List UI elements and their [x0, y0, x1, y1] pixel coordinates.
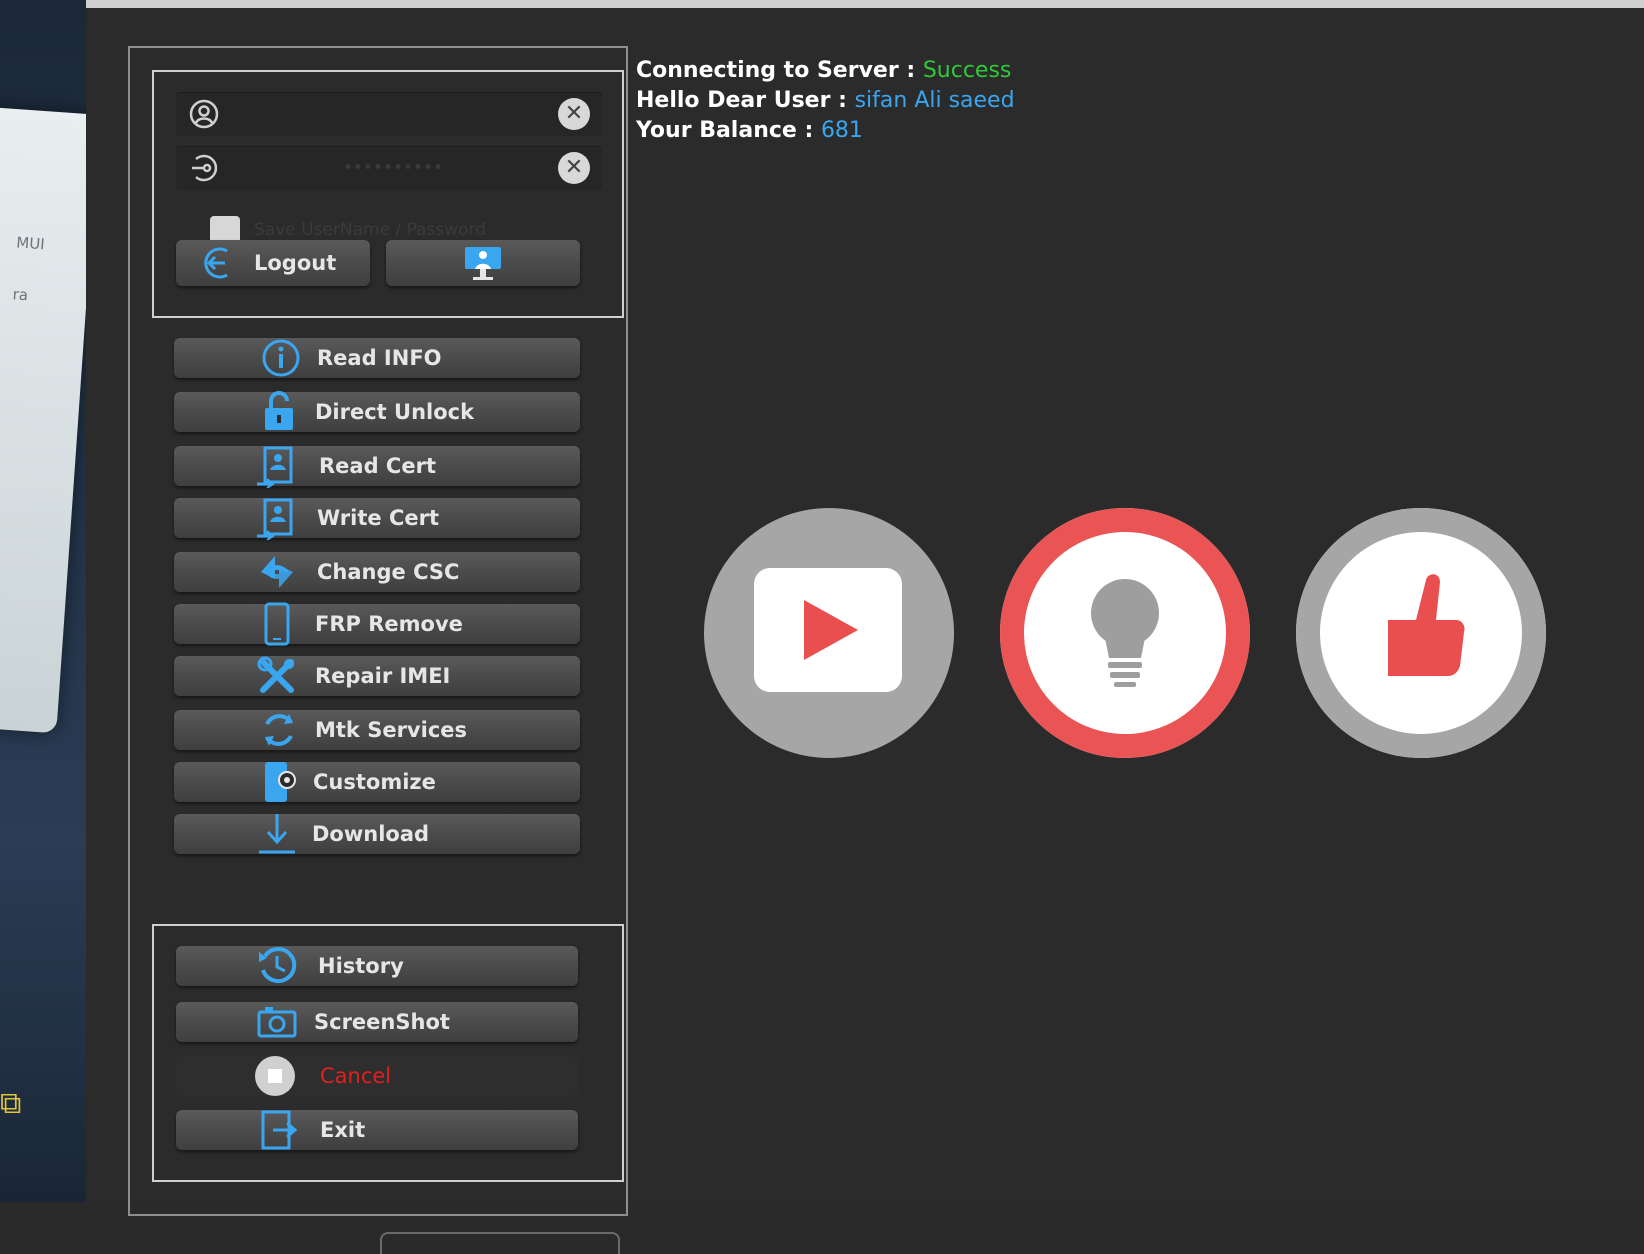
repair-imei-button[interactable]: Repair IMEI — [174, 656, 580, 696]
phone-icon — [254, 602, 300, 646]
login-group: ✕ ✕ Save UserName / Password Logout — [152, 70, 624, 318]
screenshot-label: ScreenShot — [314, 1010, 450, 1034]
cancel-button[interactable]: Cancel — [176, 1056, 578, 1096]
username-clear-button[interactable]: ✕ — [558, 98, 590, 130]
username-field-wrapper: ✕ — [176, 92, 602, 136]
app-window: ✕ ✕ Save UserName / Password Logout Read… — [86, 8, 1644, 1254]
youtube-play-icon — [754, 568, 902, 692]
window-top-border — [86, 0, 1644, 8]
read-info-button[interactable]: Read INFO — [174, 338, 580, 378]
background-photo: MUI ra ⧉ — [0, 0, 86, 1202]
write-cert-button[interactable]: Write Cert — [174, 498, 580, 540]
bottom-tab[interactable] — [380, 1232, 620, 1254]
status-panel: Connecting to Server : Success Hello Dea… — [636, 56, 1015, 146]
password-input[interactable] — [236, 152, 550, 184]
left-panel: ✕ ✕ Save UserName / Password Logout Read… — [128, 46, 628, 1254]
download-icon — [254, 814, 300, 854]
change-csc-button[interactable]: Change CSC — [174, 552, 580, 592]
save-credentials-label: Save UserName / Password — [254, 220, 486, 240]
thumbs-up-icon — [1388, 574, 1465, 676]
direct-unlock-label: Direct Unlock — [315, 400, 475, 424]
server-status-value: Success — [922, 58, 1012, 83]
server-status-label: Connecting to Server : — [636, 58, 923, 83]
logout-icon — [198, 240, 244, 286]
certificate-icon — [252, 446, 298, 488]
mtk-services-label: Mtk Services — [315, 718, 468, 742]
exit-label: Exit — [320, 1118, 366, 1142]
swap-arrows-icon — [254, 552, 300, 592]
notification-bell-circle[interactable] — [1000, 508, 1250, 758]
history-label: History — [318, 954, 404, 978]
read-info-label: Read INFO — [317, 346, 442, 370]
key-icon — [192, 154, 218, 182]
download-button[interactable]: Download — [174, 814, 580, 854]
certificate-icon — [252, 498, 298, 540]
customize-label: Customize — [313, 770, 436, 794]
password-clear-button[interactable]: ✕ — [558, 152, 590, 184]
sync-icon — [256, 710, 302, 750]
remote-desktop-icon — [460, 240, 506, 286]
logout-button[interactable]: Logout — [176, 240, 370, 286]
lock-icon — [256, 391, 302, 432]
youtube-subscribe-circle[interactable] — [704, 508, 954, 758]
screenshot-button[interactable]: ScreenShot — [176, 1002, 578, 1042]
direct-unlock-button[interactable]: Direct Unlock — [174, 391, 580, 432]
server-status-line: Connecting to Server : Success — [636, 56, 1015, 86]
frp-remove-button[interactable]: FRP Remove — [174, 602, 580, 646]
user-greeting-line: Hello Dear User : sifan Ali saeed — [636, 86, 1015, 116]
exit-icon — [256, 1110, 302, 1150]
phone-photo: MUI ra — [0, 106, 86, 734]
info-icon — [258, 338, 304, 378]
read-cert-button[interactable]: Read Cert — [174, 446, 580, 488]
tools-icon — [254, 656, 300, 696]
stop-icon — [252, 1056, 298, 1096]
tools-group: History ScreenShot Cancel Exit — [152, 924, 624, 1182]
download-label: Download — [312, 822, 430, 846]
password-field-wrapper: ✕ — [176, 146, 602, 190]
mtk-services-button[interactable]: Mtk Services — [174, 710, 580, 750]
logout-label: Logout — [254, 251, 337, 275]
write-cert-label: Write Cert — [317, 506, 439, 530]
user-icon — [189, 99, 219, 129]
repair-imei-label: Repair IMEI — [315, 664, 451, 688]
exit-button[interactable]: Exit — [176, 1110, 578, 1150]
phone-gear-icon — [256, 762, 302, 802]
read-cert-label: Read Cert — [319, 454, 436, 478]
user-greeting-label: Hello Dear User : — [636, 88, 855, 113]
cancel-label: Cancel — [320, 1064, 392, 1088]
balance-value: 681 — [820, 118, 863, 143]
change-csc-label: Change CSC — [317, 560, 460, 584]
user-name-value: sifan Ali saeed — [854, 88, 1015, 113]
frp-remove-label: FRP Remove — [315, 612, 463, 636]
camera-icon — [254, 1002, 300, 1042]
remote-desktop-button[interactable] — [386, 240, 580, 286]
balance-line: Your Balance : 681 — [636, 116, 1015, 146]
balance-label: Your Balance : — [636, 118, 821, 143]
customize-button[interactable]: Customize — [174, 762, 580, 802]
username-input[interactable] — [236, 98, 550, 130]
frame-glyph-icon: ⧉ — [0, 1086, 22, 1121]
history-icon — [254, 946, 300, 986]
history-button[interactable]: History — [176, 946, 578, 986]
lightbulb-icon — [1091, 579, 1159, 687]
like-circle[interactable] — [1296, 508, 1546, 758]
